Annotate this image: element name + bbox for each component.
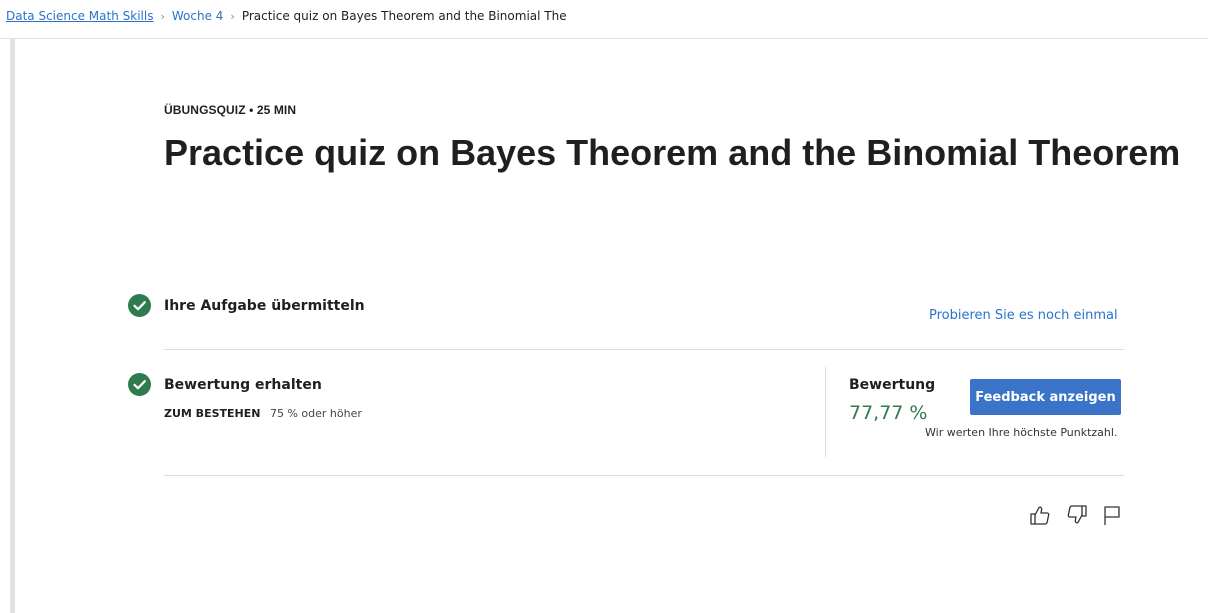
check-circle-icon — [128, 373, 151, 396]
vertical-divider — [825, 367, 826, 457]
page-title: Practice quiz on Bayes Theorem and the B… — [164, 132, 1181, 173]
dislike-icon[interactable] — [1066, 504, 1088, 526]
retry-link[interactable]: Probieren Sie es noch einmal — [929, 308, 1118, 323]
top-bar: Data Science Math Skills › Woche 4 › Pra… — [0, 0, 1208, 39]
divider — [164, 349, 1124, 350]
quiz-type-label: ÜBUNGSQUIZ • 25 MIN — [164, 103, 297, 117]
check-circle-icon — [128, 294, 151, 317]
submit-step-label: Ihre Aufgabe übermitteln — [164, 298, 365, 314]
breadcrumb-course-link[interactable]: Data Science Math Skills — [6, 9, 153, 23]
chevron-right-icon: › — [160, 9, 165, 23]
flag-icon[interactable] — [1101, 504, 1123, 526]
pass-value: 75 % oder höher — [269, 407, 362, 420]
breadcrumb-current: Practice quiz on Bayes Theorem and the B… — [241, 9, 567, 23]
left-rail — [10, 39, 15, 613]
highest-score-note: Wir werten Ihre höchste Punktzahl. — [925, 426, 1118, 439]
divider — [164, 475, 1124, 476]
like-icon[interactable] — [1029, 504, 1051, 526]
chevron-right-icon: › — [230, 9, 235, 23]
breadcrumb: Data Science Math Skills › Woche 4 › Pra… — [6, 9, 567, 23]
grade-label: Bewertung — [849, 377, 936, 393]
view-feedback-button[interactable]: Feedback anzeigen — [970, 379, 1121, 415]
grade-received-label: Bewertung erhalten — [164, 377, 322, 393]
breadcrumb-week-link[interactable]: Woche 4 — [172, 9, 224, 23]
grade-value: 77,77 % — [849, 402, 928, 424]
passing-requirement: ZUM BESTEHEN 75 % oder höher — [164, 407, 362, 420]
pass-key: ZUM BESTEHEN — [164, 407, 261, 420]
